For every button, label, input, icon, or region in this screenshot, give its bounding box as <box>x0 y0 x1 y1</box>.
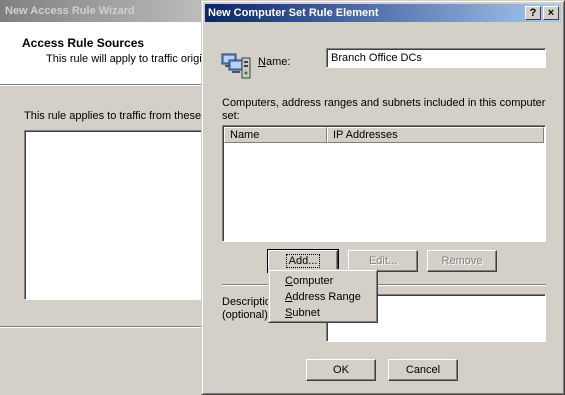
computer-set-dialog: New Computer Set Rule Element ? × Name: … <box>201 0 565 395</box>
name-label: Name: <box>258 56 291 68</box>
help-button[interactable]: ? <box>525 6 541 20</box>
dialog-title: New Computer Set Rule Element <box>208 7 379 19</box>
column-header-ip-addresses[interactable]: IP Addresses <box>327 127 544 143</box>
close-button[interactable]: × <box>543 6 559 20</box>
column-header-name[interactable]: Name <box>224 127 327 143</box>
computer-set-icon <box>221 53 251 79</box>
background-wizard-header-title: Access Rule Sources <box>22 36 145 50</box>
background-wizard-sources-list[interactable] <box>24 130 226 300</box>
background-wizard-description: This rule applies to traffic from these … <box>24 110 222 122</box>
remove-button: Remove <box>427 250 497 272</box>
background-wizard-title: New Access Rule Wizard <box>0 0 215 22</box>
dialog-titlebar[interactable]: New Computer Set Rule Element ? × <box>205 4 561 22</box>
description-label: Descriptio (optional): <box>222 296 271 321</box>
background-wizard-bottom-separator <box>0 326 215 328</box>
background-wizard-header-subtitle: This rule will apply to traffic originat… <box>46 53 220 65</box>
menu-item-computer[interactable]: Computer <box>269 273 377 289</box>
add-dropdown-menu: Computer Address Range Subnet <box>268 269 378 323</box>
included-items-label: Computers, address ranges and subnets in… <box>222 97 546 122</box>
menu-item-subnet[interactable]: Subnet <box>269 305 377 321</box>
name-input[interactable]: Branch Office DCs <box>326 48 546 68</box>
background-wizard-divider <box>0 85 215 86</box>
computer-set-list[interactable]: Name IP Addresses <box>222 125 546 242</box>
menu-item-address-range[interactable]: Address Range <box>269 289 377 305</box>
background-wizard-header: Access Rule Sources This rule will apply… <box>0 22 219 85</box>
cancel-button[interactable]: Cancel <box>388 359 458 381</box>
ok-button[interactable]: OK <box>306 359 376 381</box>
background-wizard-window: New Access Rule Wizard Access Rule Sourc… <box>0 0 226 395</box>
